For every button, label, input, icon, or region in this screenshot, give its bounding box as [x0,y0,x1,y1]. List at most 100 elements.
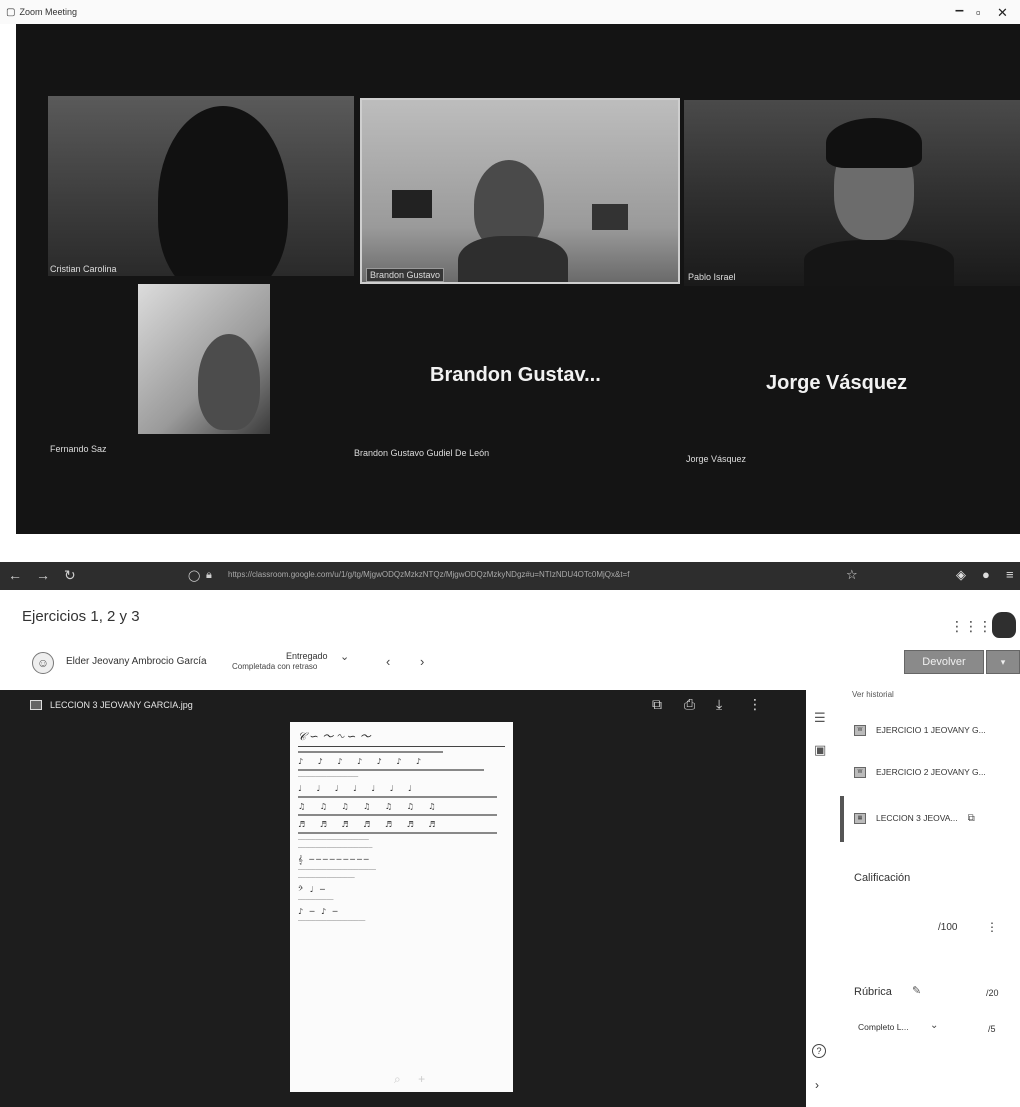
zoom-titlebar: ▢ Zoom Meeting – ▫ ✕ [0,0,1020,24]
staff-line [298,769,485,771]
participant-name: Jorge Vásquez [686,454,747,464]
text-line: ────────────────────── [298,867,376,873]
image-file-icon [30,700,42,710]
text-line: ───────────────────── [298,845,373,851]
zoom-out-icon[interactable]: ⌕ [394,1072,401,1086]
classroom-header: Ejercicios 1, 2 y 3 ⋮⋮⋮ ☺ Elder Jeovany … [0,590,1020,690]
grading-panel: Ver historial W EJERCICIO 1 JEOVANY G...… [840,690,1020,1107]
video-tile[interactable]: Pablo Israel [684,100,1020,286]
page-title: Ejercicios 1, 2 y 3 [22,608,140,625]
zoom-window-title: Zoom Meeting [19,7,77,17]
comment-icon[interactable]: ▣ [814,742,826,758]
handwritten-heading: 𝒞 ∽ ～ ∿ ∽ ～ [298,728,505,747]
participant-name: Brandon Gustavo [366,268,445,282]
text-line: ────────── [298,897,334,903]
video-tile[interactable]: Brandon Gustavo [360,98,680,284]
attachment-name: LECCION 3 JEOVA... [876,813,958,823]
shield-icon[interactable]: ◯ [188,569,200,582]
viewer-file-header: LECCION 3 JEOVANY GARCIA.jpg [30,700,193,710]
print-icon[interactable]: ⎙ [684,696,695,713]
notation-row: 𝄞 ───────── [298,855,371,864]
image-file-icon: ▦ [854,812,866,824]
edit-icon[interactable]: ✎ [912,984,921,997]
zoom-in-icon[interactable]: + [418,1072,425,1086]
grade-input[interactable]: /100 [938,922,957,933]
browser-toolbar: ← → ↻ ◯ 🔒︎ https://classroom.google.com/… [0,562,1020,590]
next-student-icon[interactable]: › [420,654,424,669]
chevron-down-icon[interactable]: ⌄ [340,650,349,663]
wall-frame [392,190,432,218]
student-selector: ☺ Elder Jeovany Ambrocio García Entregad… [0,648,1020,688]
document-icon: W [854,766,866,778]
address-bar[interactable]: https://classroom.google.com/u/1/g/tg/Mj… [228,570,788,579]
text-line: ──────────────── [298,875,355,881]
viewer-file-name: LECCION 3 JEOVANY GARCIA.jpg [50,700,193,710]
active-attachment-indicator [840,796,844,842]
account-icon[interactable]: ● [982,567,990,582]
minimize-icon[interactable]: – [955,2,964,20]
rubric-total: /20 [986,988,999,998]
bookmark-star-icon[interactable]: ☆ [846,567,858,583]
chevron-down-icon[interactable]: ⌄ [930,1020,938,1031]
notes-icon[interactable]: ☰ [814,710,826,726]
participant-face [198,334,260,430]
student-name[interactable]: Elder Jeovany Ambrocio García [66,656,207,667]
attachment-item[interactable]: W EJERCICIO 2 JEOVANY G... [854,762,986,782]
reload-icon[interactable]: ↻ [64,567,76,584]
wall-frame [592,204,628,230]
help-icon[interactable]: ? [812,1044,826,1058]
notation-row: 𝄢 ♩ ─ [298,885,327,894]
chevron-right-icon[interactable]: › [815,1078,819,1092]
criterion-score[interactable]: /5 [988,1024,996,1034]
forward-icon[interactable]: → [36,567,50,583]
text-line: ──────────────────── [298,837,369,843]
attachment-item[interactable]: W EJERCICIO 1 JEOVANY G... [854,720,986,740]
lock-icon[interactable]: 🔒︎ [206,569,212,582]
menu-icon[interactable]: ≡ [1006,567,1014,582]
notation-row: ♩ ♩ ♩ ♩ ♩ ♩ ♩ [298,784,418,793]
participant-display-name[interactable]: Brandon Gustav... [430,364,601,387]
text-line: ───────────────── [298,774,359,780]
open-in-new-icon[interactable]: ⧉ [652,696,662,713]
participant-body [458,236,568,282]
avatar[interactable] [992,612,1016,638]
participant-name: Pablo Israel [688,272,736,282]
more-options-icon[interactable]: ⋮ [986,920,998,934]
maximize-icon[interactable]: ▫ [976,5,981,20]
return-button[interactable]: Devolver [904,650,984,674]
document-preview[interactable]: 𝒞 ∽ ～ ∿ ∽ ～ ♪ ♪ ♪ ♪ ♪ ♪ ♪ ──────────────… [290,722,513,1092]
more-options-icon[interactable]: ⋮ [748,696,762,713]
video-tile[interactable]: Cristian Carolina [48,96,354,276]
previous-student-icon[interactable]: ‹ [386,654,390,669]
rubric-label: Rúbrica [854,986,892,998]
participant-display-name[interactable]: Jorge Vásquez [766,372,907,395]
staff-line [298,832,497,834]
attachment-name: EJERCICIO 2 JEOVANY G... [876,767,986,777]
status-detail: Completada con retraso [232,662,318,671]
notation-row: ♪ ♪ ♪ ♪ ♪ ♪ ♪ [298,757,427,766]
back-icon[interactable]: ← [8,567,22,583]
staff-line [298,814,497,816]
pocket-icon[interactable]: ◈ [956,567,966,583]
participant-body [804,240,954,286]
criterion-label[interactable]: Completo L... [858,1022,909,1032]
text-line [298,751,443,753]
notation-row: ♪ ─ ♪ ─ [298,907,340,916]
student-avatar-icon: ☺ [32,652,54,674]
participant-name: Brandon Gustavo Gudiel De León [354,448,490,458]
file-viewer: LECCION 3 JEOVANY GARCIA.jpg ⧉ ⎙ ⤓ ⋮ 𝒞 ∽… [0,690,806,1107]
attachment-item[interactable]: ▦ LECCION 3 JEOVA... ⧉ [854,808,975,828]
apps-grid-icon[interactable]: ⋮⋮⋮ [950,618,992,635]
video-tile[interactable] [138,284,270,434]
zoom-logo-icon: ▢ [6,6,16,18]
open-external-icon[interactable]: ⧉ [968,813,975,824]
document-icon: W [854,724,866,736]
download-icon[interactable]: ⤓ [716,696,722,713]
participant-name: Cristian Carolina [50,264,117,274]
history-link[interactable]: Ver historial [852,690,894,699]
close-icon[interactable]: ✕ [997,5,1008,21]
return-menu-button[interactable]: ▾ [986,650,1020,674]
staff-line [298,796,497,798]
participant-name: Fernando Saz [50,444,107,454]
status-badge: Entregado [286,651,328,661]
